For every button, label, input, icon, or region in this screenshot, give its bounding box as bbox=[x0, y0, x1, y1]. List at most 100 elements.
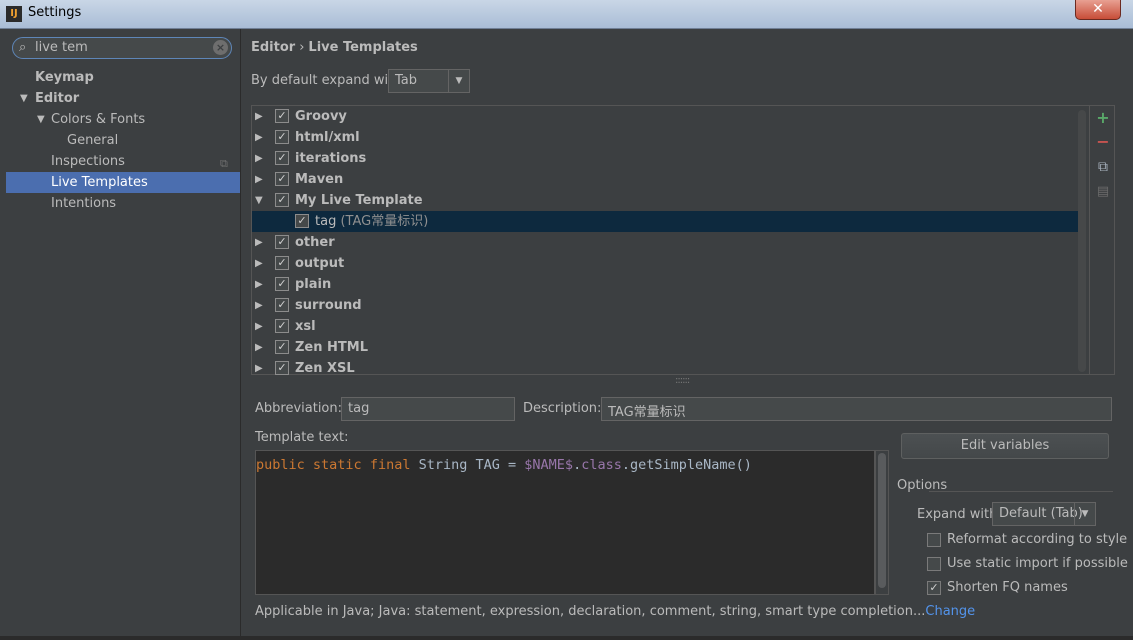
code-keyword: public bbox=[256, 457, 305, 473]
group-name: xsl bbox=[295, 319, 316, 334]
template-text-label: Template text: bbox=[255, 430, 349, 445]
template-group-row[interactable]: ▶ ✓ Zen HTML bbox=[252, 337, 1078, 358]
group-checkbox[interactable]: ✓ bbox=[275, 298, 289, 312]
add-icon[interactable]: + bbox=[1094, 109, 1112, 127]
settings-sidebar: ⌕ live tem × Keymap ▼ Editor ▼ Colors & … bbox=[0, 29, 241, 640]
expand-with-value: Default (Tab) bbox=[999, 506, 1083, 521]
shorten-fq-checkbox[interactable]: ✓ bbox=[927, 581, 941, 595]
templates-tree[interactable]: ▶ ✓ Groovy ▶ ✓ html/xml ▶ ✓ iterations ▶… bbox=[251, 105, 1116, 376]
group-name: output bbox=[295, 256, 345, 271]
description-input[interactable]: TAG常量标识 bbox=[601, 397, 1112, 421]
group-checkbox[interactable]: ✓ bbox=[275, 319, 289, 333]
code-keyword: final bbox=[369, 457, 411, 473]
breadcrumb-parent: Editor bbox=[251, 40, 296, 55]
editor-scrollbar[interactable] bbox=[875, 450, 889, 595]
main-panel: Editor › Live Templates By default expand … bbox=[241, 29, 1133, 640]
expand-arrow-icon[interactable]: ▶ bbox=[255, 169, 263, 190]
expand-arrow-icon[interactable]: ▼ bbox=[37, 114, 45, 125]
remove-icon[interactable]: − bbox=[1094, 133, 1112, 151]
expand-arrow-icon[interactable]: ▶ bbox=[255, 337, 263, 358]
template-group-row[interactable]: ▼ ✓ My Live Template bbox=[252, 190, 1078, 211]
template-group-row[interactable]: ▶ ✓ Zen XSL bbox=[252, 358, 1078, 379]
search-field[interactable]: ⌕ live tem × bbox=[12, 37, 232, 59]
template-checkbox[interactable]: ✓ bbox=[295, 214, 309, 228]
group-checkbox[interactable]: ✓ bbox=[275, 109, 289, 123]
splitter-handle[interactable]: :::::: bbox=[675, 375, 690, 386]
template-group-row[interactable]: ▶ ✓ plain bbox=[252, 274, 1078, 295]
static-import-checkbox[interactable] bbox=[927, 557, 941, 571]
expand-arrow-icon[interactable]: ▶ bbox=[255, 232, 263, 253]
expand-arrow-icon[interactable]: ▶ bbox=[255, 295, 263, 316]
static-import-label[interactable]: Use static import if possible bbox=[947, 556, 1128, 571]
expand-arrow-icon[interactable]: ▼ bbox=[20, 93, 28, 104]
group-checkbox[interactable]: ✓ bbox=[275, 256, 289, 270]
expand-arrow-icon[interactable]: ▶ bbox=[255, 106, 263, 127]
template-row-selected[interactable]: ✓ tag (TAG常量标识) bbox=[252, 211, 1078, 232]
group-checkbox[interactable]: ✓ bbox=[275, 235, 289, 249]
template-group-row[interactable]: ▶ ✓ other bbox=[252, 232, 1078, 253]
restore-defaults-icon[interactable]: ▤ bbox=[1094, 183, 1112, 201]
expand-arrow-icon[interactable]: ▶ bbox=[255, 148, 263, 169]
edit-variables-button[interactable]: Edit variables bbox=[901, 433, 1109, 459]
template-description: (TAG常量标识) bbox=[340, 214, 429, 229]
expand-with-select[interactable]: Default (Tab) ▼ bbox=[992, 502, 1096, 526]
sidebar-item-inspections[interactable]: Inspections bbox=[51, 151, 125, 172]
sidebar-item-intentions[interactable]: Intentions bbox=[51, 193, 116, 214]
reformat-label[interactable]: Reformat according to style bbox=[947, 532, 1127, 547]
applicable-text: Applicable in Java; Java: statement, exp… bbox=[255, 604, 926, 619]
expand-arrow-icon[interactable]: ▶ bbox=[255, 127, 263, 148]
template-group-row[interactable]: ▶ ✓ xsl bbox=[252, 316, 1078, 337]
group-checkbox[interactable]: ✓ bbox=[275, 193, 289, 207]
group-name: other bbox=[295, 235, 335, 250]
abbreviation-value: tag bbox=[348, 401, 370, 416]
template-group-row[interactable]: ▶ ✓ surround bbox=[252, 295, 1078, 316]
change-link[interactable]: Change bbox=[925, 604, 975, 619]
close-window-button[interactable]: ✕ bbox=[1075, 0, 1121, 20]
template-code-line: public static final String TAG = $NAME$.… bbox=[256, 457, 752, 473]
template-group-row[interactable]: ▶ ✓ output bbox=[252, 253, 1078, 274]
group-name: surround bbox=[295, 298, 362, 313]
collapse-arrow-icon[interactable]: ▼ bbox=[255, 190, 263, 211]
template-group-row[interactable]: ▶ ✓ html/xml bbox=[252, 127, 1078, 148]
code-keyword: static bbox=[312, 457, 362, 473]
abbreviation-input[interactable]: tag bbox=[341, 397, 515, 421]
abbreviation-label: Abbreviation: bbox=[255, 401, 343, 416]
clear-search-icon[interactable]: × bbox=[213, 40, 228, 55]
sidebar-item-colors-fonts[interactable]: Colors & Fonts bbox=[51, 109, 145, 130]
expand-arrow-icon[interactable]: ▶ bbox=[255, 358, 263, 379]
template-group-row[interactable]: ▶ ✓ Groovy bbox=[252, 106, 1078, 127]
template-group-row[interactable]: ▶ ✓ Maven bbox=[252, 169, 1078, 190]
search-input[interactable]: live tem bbox=[35, 40, 88, 55]
group-checkbox[interactable]: ✓ bbox=[275, 277, 289, 291]
default-expand-value: Tab bbox=[395, 73, 418, 88]
template-text-editor[interactable]: public static final String TAG = $NAME$.… bbox=[255, 450, 875, 595]
copy-icon[interactable]: ⧉ bbox=[1094, 158, 1112, 176]
group-name: iterations bbox=[295, 151, 367, 166]
sidebar-item-keymap[interactable]: Keymap bbox=[35, 67, 94, 88]
expand-arrow-icon[interactable]: ▶ bbox=[255, 253, 263, 274]
template-group-row[interactable]: ▶ ✓ iterations bbox=[252, 148, 1078, 169]
group-name: Zen XSL bbox=[295, 361, 355, 376]
group-checkbox[interactable]: ✓ bbox=[275, 151, 289, 165]
group-checkbox[interactable]: ✓ bbox=[275, 130, 289, 144]
expand-arrow-icon[interactable]: ▶ bbox=[255, 274, 263, 295]
default-expand-select[interactable]: Tab ▼ bbox=[388, 69, 470, 93]
shorten-fq-label[interactable]: Shorten FQ names bbox=[947, 580, 1068, 595]
group-name: Groovy bbox=[295, 109, 347, 124]
templates-toolbar: + − ⧉ ▤ bbox=[1089, 106, 1116, 374]
description-label: Description: bbox=[523, 401, 602, 416]
group-checkbox[interactable]: ✓ bbox=[275, 340, 289, 354]
description-value: TAG常量标识 bbox=[608, 405, 686, 420]
chevron-down-icon: ▼ bbox=[448, 70, 469, 92]
default-expand-label: By default expand with bbox=[251, 73, 402, 88]
sidebar-item-live-templates[interactable]: Live Templates bbox=[51, 172, 148, 193]
editor-scroll-thumb[interactable] bbox=[878, 453, 886, 588]
group-checkbox[interactable]: ✓ bbox=[275, 172, 289, 186]
sidebar-item-general[interactable]: General bbox=[67, 130, 118, 151]
reformat-checkbox[interactable] bbox=[927, 533, 941, 547]
templates-scrollbar[interactable] bbox=[1078, 110, 1086, 372]
group-checkbox[interactable]: ✓ bbox=[275, 361, 289, 375]
expand-arrow-icon[interactable]: ▶ bbox=[255, 316, 263, 337]
template-item: tag (TAG常量标识) bbox=[315, 211, 428, 232]
sidebar-item-editor[interactable]: Editor bbox=[35, 88, 79, 109]
